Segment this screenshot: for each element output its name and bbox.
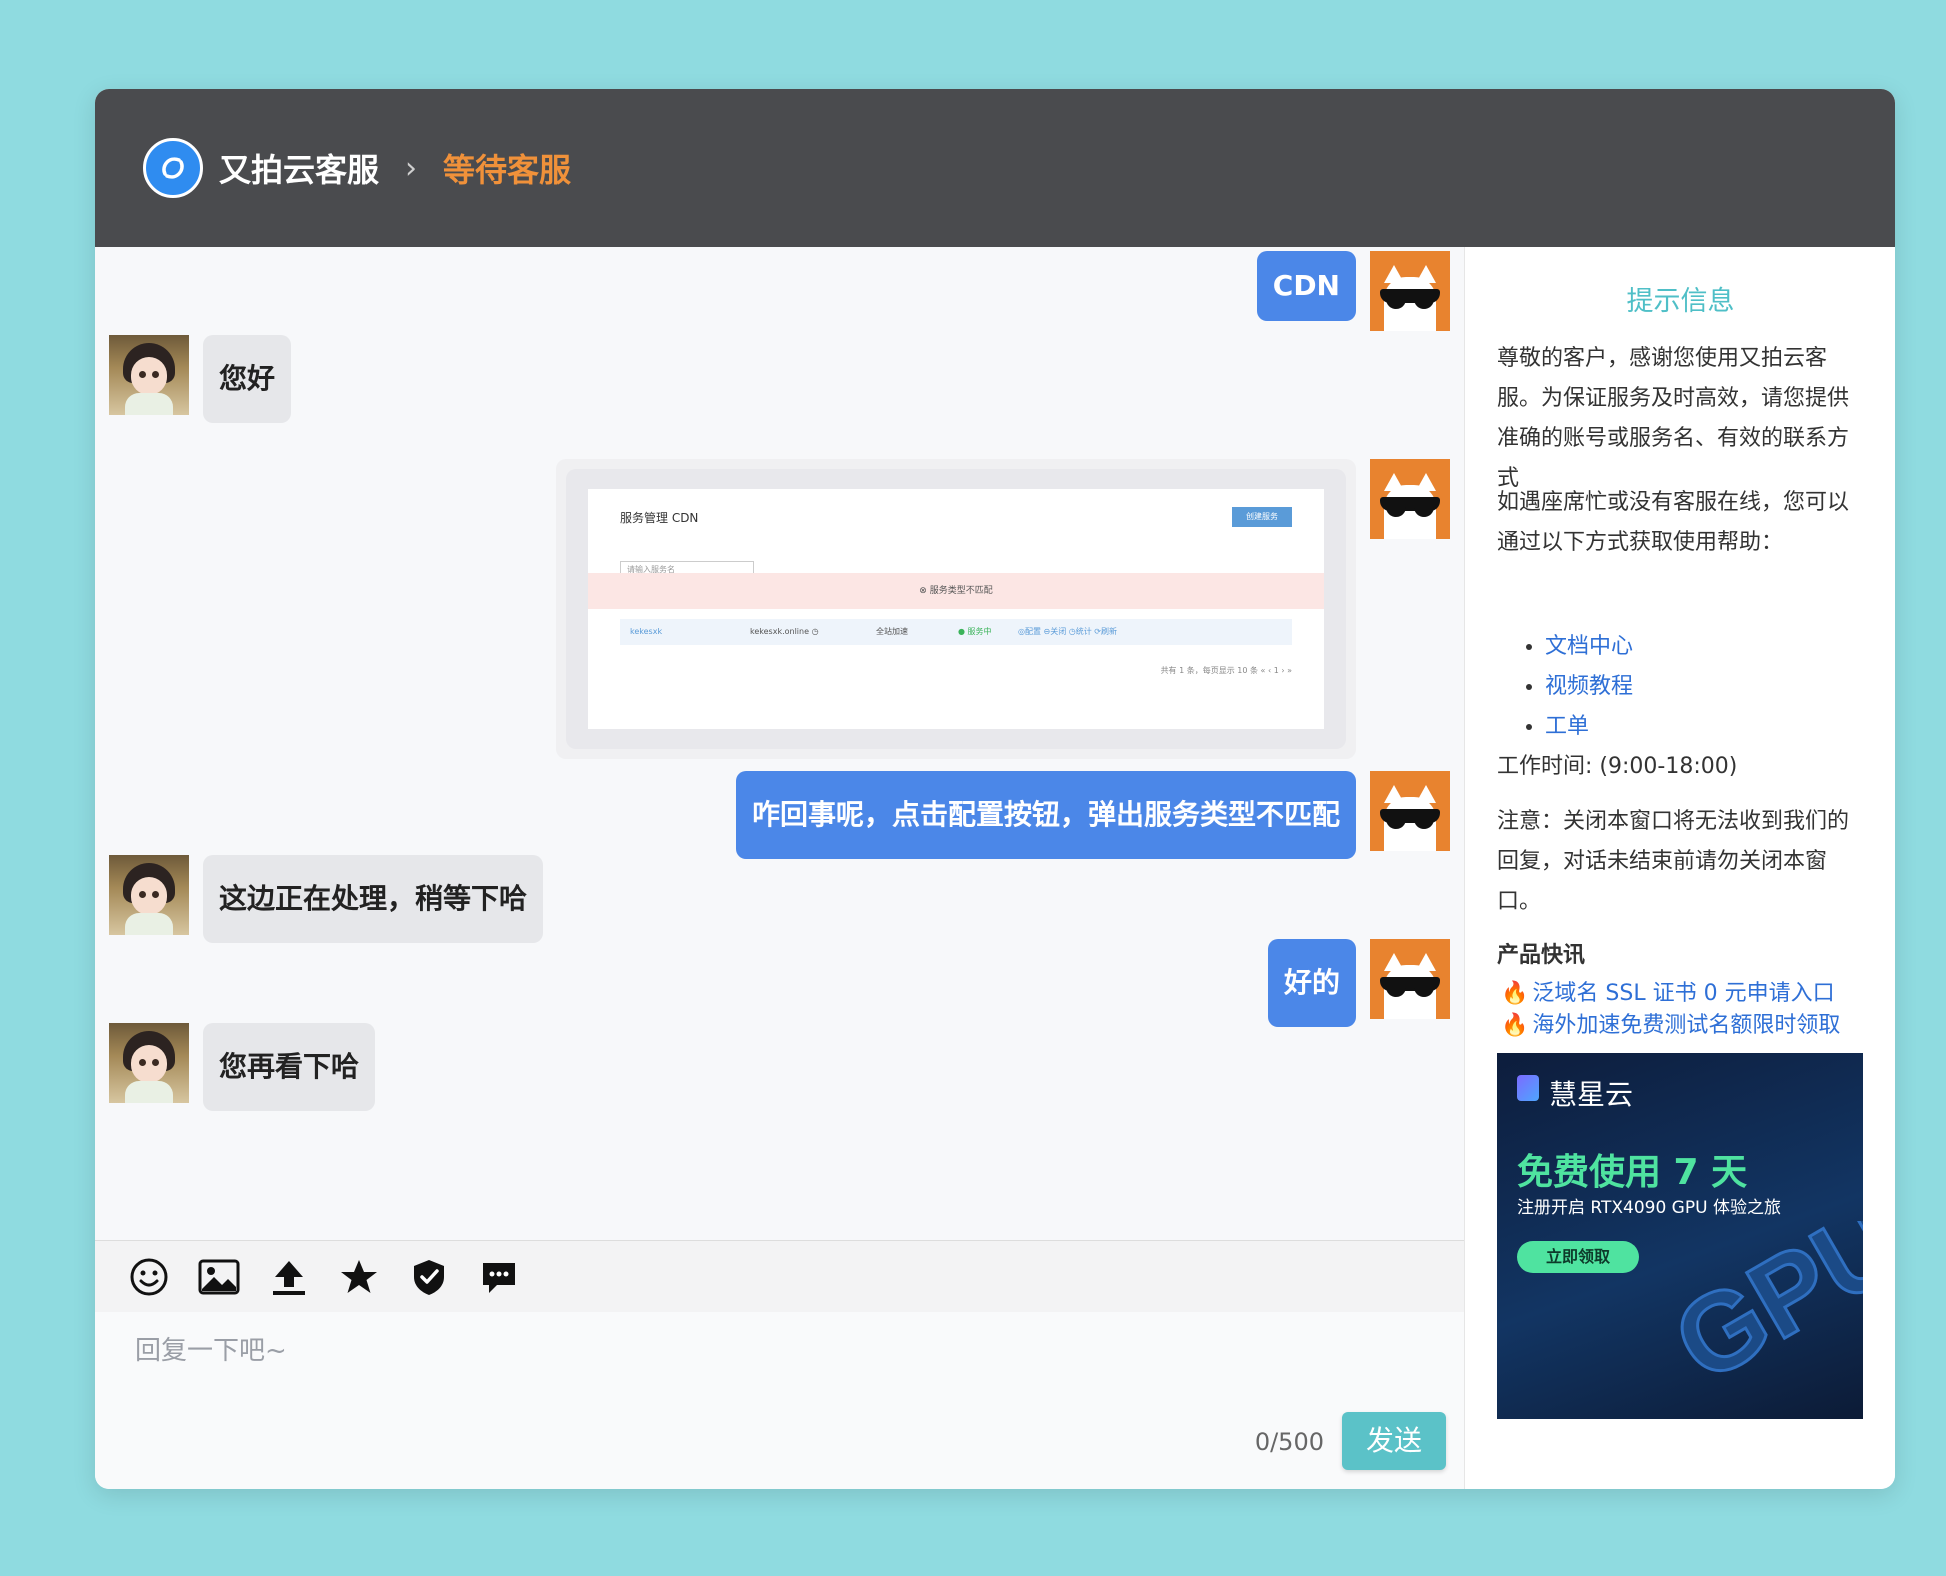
composer: 0/500 发送	[95, 1312, 1464, 1489]
svg-text:GPU: GPU	[1667, 1221, 1863, 1405]
image-icon[interactable]	[195, 1253, 243, 1301]
agent-message-bubble: 您好	[203, 335, 292, 423]
huixingyun-logo-icon	[1517, 1075, 1539, 1101]
news-link-ssl[interactable]: 🔥 泛域名 SSL 证书 0 元申请入口	[1501, 975, 1835, 1007]
news-title: 产品快讯	[1497, 943, 1586, 968]
my-message-bubble: 咋回事呢，点击配置按钮，弹出服务类型不匹配	[735, 771, 1356, 859]
sidebar-intro: 尊敬的客户，感谢您使用又拍云客服。为保证服务及时高效，请您提供准确的账号或服务名…	[1497, 346, 1850, 491]
working-hours: 工作时间: (9:00-18:00)	[1497, 754, 1738, 779]
help-link-videos[interactable]: 视频教程	[1545, 667, 1895, 707]
my-message-bubble: 好的	[1267, 939, 1356, 1027]
sunglasses-icon	[1380, 289, 1440, 309]
star-icon[interactable]	[335, 1253, 383, 1301]
user-avatar	[1370, 939, 1450, 1019]
chat-window: 又拍云客服 › 等待客服 CDN 您好 服务管理 CDN 创建服务 请输入服务名…	[95, 89, 1895, 1489]
brand-title: 又拍云客服	[219, 151, 380, 189]
sunglasses-icon	[1380, 809, 1440, 829]
sidebar-busy-text: 如遇座席忙或没有客服在线，您可以通过以下方式获取使用帮助：	[1497, 490, 1850, 555]
info-sidebar: 提示信息 尊敬的客户，感谢您使用又拍云客服。为保证服务及时高效，请您提供准确的账…	[1464, 247, 1895, 1489]
help-link-docs[interactable]: 文档中心	[1545, 627, 1895, 667]
ad-subtitle: 注册开启 RTX4090 GPU 体验之旅	[1517, 1198, 1781, 1218]
agent-avatar	[109, 855, 189, 935]
upload-icon[interactable]	[265, 1253, 313, 1301]
agent-message-bubble: 这边正在处理，稍等下哈	[203, 855, 544, 943]
header-bar: 又拍云客服 › 等待客服	[95, 89, 1895, 247]
shot-table-row: kekesxk kekesxk.online ◷ 全站加速 ● 服务中 ◎配置 …	[620, 619, 1292, 645]
shot-create-button: 创建服务	[1232, 507, 1292, 527]
message-row: CDN	[1256, 251, 1450, 331]
sunglasses-icon	[1380, 977, 1440, 997]
shot-cell: ● 服务中	[958, 627, 992, 636]
help-link-ticket[interactable]: 工单	[1545, 707, 1895, 747]
message-row: 这边正在处理，稍等下哈	[109, 855, 544, 943]
agent-avatar	[109, 1023, 189, 1103]
fire-icon: 🔥	[1501, 981, 1529, 1006]
shot-pager: 共有 1 条，每页显示 10 条 « ‹ 1 › »	[1160, 666, 1292, 675]
screenshot-image: 服务管理 CDN 创建服务 请输入服务名 ⊗ 服务类型不匹配 kekesxk k…	[566, 469, 1346, 749]
upyun-logo-icon	[143, 138, 203, 198]
breadcrumb-chevron-icon: ›	[405, 150, 418, 186]
shield-check-icon[interactable]	[405, 1253, 453, 1301]
smiley-icon[interactable]	[125, 1253, 173, 1301]
message-row: 您再看下哈	[109, 1023, 376, 1111]
close-notice: 注意：关闭本窗口将无法收到我们的回复，对话未结束前请勿关闭本窗口。	[1497, 809, 1850, 914]
message-row: 好的	[1267, 939, 1450, 1027]
user-avatar	[1370, 771, 1450, 851]
comment-icon[interactable]	[475, 1253, 523, 1301]
breadcrumb-current: 等待客服	[443, 151, 572, 189]
ad-brand: 慧星云	[1549, 1078, 1634, 1111]
gpu-graphic-icon: GPU	[1667, 1221, 1863, 1407]
char-counter: 0/500	[1254, 1428, 1324, 1456]
user-avatar	[1370, 459, 1450, 539]
agent-message-bubble: 您再看下哈	[203, 1023, 376, 1111]
shot-error-alert: ⊗ 服务类型不匹配	[588, 573, 1324, 609]
fire-icon: 🔥	[1501, 1013, 1529, 1038]
message-row: 您好	[109, 335, 292, 423]
shot-cell: 全站加速	[876, 627, 908, 636]
composer-toolbar	[95, 1240, 1464, 1313]
image-message[interactable]: 服务管理 CDN 创建服务 请输入服务名 ⊗ 服务类型不匹配 kekesxk k…	[556, 459, 1356, 759]
message-row: 咋回事呢，点击配置按钮，弹出服务类型不匹配	[735, 771, 1450, 859]
agent-avatar	[109, 335, 189, 415]
shot-cell: kekesxk	[630, 627, 663, 636]
message-list[interactable]: CDN 您好 服务管理 CDN 创建服务 请输入服务名 ⊗ 服务类型不匹配 ke…	[95, 247, 1464, 1240]
shot-title: 服务管理 CDN	[620, 511, 699, 525]
ad-banner[interactable]: 慧星云 免费使用 7 天 注册开启 RTX4090 GPU 体验之旅 立即领取 …	[1497, 1053, 1863, 1419]
help-links: 文档中心 视频教程 工单	[1497, 627, 1895, 747]
reply-input[interactable]	[133, 1328, 1337, 1432]
news-link-overseas[interactable]: 🔥 海外加速免费测试名额限时领取	[1501, 1007, 1840, 1039]
sidebar-title: 提示信息	[1626, 286, 1735, 317]
my-message-bubble: CDN	[1256, 251, 1356, 321]
shot-cell: kekesxk.online ◷	[750, 627, 819, 636]
message-row: 服务管理 CDN 创建服务 请输入服务名 ⊗ 服务类型不匹配 kekesxk k…	[556, 459, 1450, 759]
shot-cell: ◎配置 ⊖关闭 ◷统计 ⟳刷新	[1018, 627, 1117, 636]
ad-claim-button[interactable]: 立即领取	[1517, 1241, 1639, 1273]
ad-headline: 免费使用 7 天	[1517, 1152, 1748, 1193]
sunglasses-icon	[1380, 497, 1440, 517]
user-avatar	[1370, 251, 1450, 331]
send-button[interactable]: 发送	[1342, 1412, 1446, 1470]
